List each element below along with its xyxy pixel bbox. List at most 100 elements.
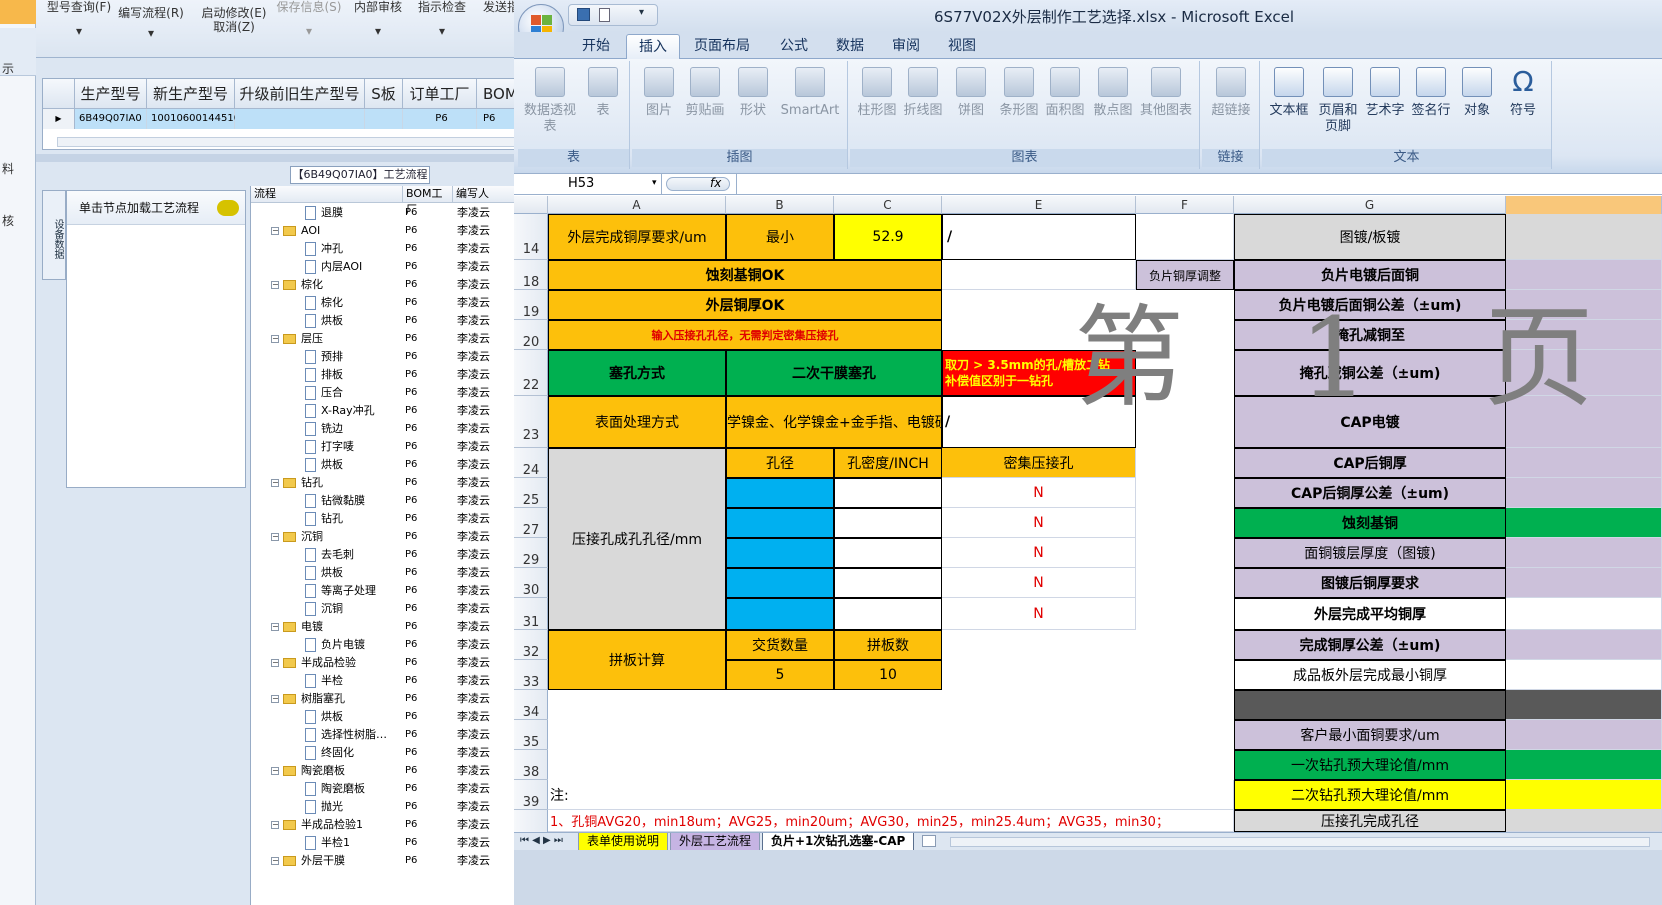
tree-leaf-node[interactable]: 冲孔 P6 李凌云 (251, 240, 548, 258)
shapes-button[interactable]: 形状 (730, 67, 776, 119)
tree-folder-node[interactable]: − 层压 P6 李凌云 (251, 330, 548, 348)
internal-review-button[interactable]: 内部审核 ▾ (348, 0, 408, 38)
cell-c30[interactable] (834, 568, 942, 598)
cell-e29[interactable]: N (942, 538, 1136, 568)
row-header[interactable]: 29 (514, 538, 548, 568)
collapse-toggle-icon[interactable]: − (271, 335, 279, 343)
tab-insert[interactable]: 插入 (626, 34, 680, 59)
tree-folder-node[interactable]: − 电镀 P6 李凌云 (251, 618, 548, 636)
cell-h40[interactable] (1506, 810, 1662, 832)
cell-c32[interactable]: 拼板数 (834, 630, 942, 660)
grid-header-s-board[interactable]: S板 (365, 79, 403, 109)
cell-g38[interactable]: 一次钻孔预大理论值/mm (1234, 750, 1506, 780)
cell-c25[interactable] (834, 478, 942, 508)
row-header[interactable]: 35 (514, 720, 548, 750)
row-header[interactable]: 14 (514, 214, 548, 260)
tree-folder-node[interactable]: − 半成品检验1 P6 李凌云 (251, 816, 548, 834)
grid-cell[interactable] (235, 109, 365, 129)
row-header[interactable]: 20 (514, 320, 548, 350)
grid-header-new-model[interactable]: 新生产型号 (147, 79, 235, 109)
cell-g33[interactable]: 成品板外层完成最小铜厚 (1234, 660, 1506, 690)
name-box[interactable]: H53 (514, 174, 662, 194)
collapse-toggle-icon[interactable]: − (271, 623, 279, 631)
tree-leaf-node[interactable]: 烘板 P6 李凌云 (251, 456, 548, 474)
cell-b14[interactable]: 最小 (726, 214, 834, 260)
tree-leaf-node[interactable]: 预排 P6 李凌云 (251, 348, 548, 366)
wordart-button[interactable]: 艺术字 (1362, 67, 1408, 119)
edit-flow-button[interactable]: 编写流程(R) ▾ (116, 0, 186, 40)
grid-header-order-factory[interactable]: 订单工厂 (403, 79, 477, 109)
horizontal-scrollbar[interactable] (57, 137, 547, 147)
header-footer-button[interactable]: 页眉和页脚 (1314, 67, 1362, 135)
tab-data[interactable]: 数据 (824, 34, 876, 59)
cell-b22[interactable]: 二次干膜塞孔 (726, 350, 942, 396)
cell-c24[interactable]: 孔密度/INCH (834, 448, 942, 478)
row-header[interactable]: 22 (514, 350, 548, 396)
area-chart-button[interactable]: 面积图 (1042, 67, 1088, 119)
cell-a23[interactable]: 表面处理方式 (548, 396, 726, 448)
cell-b29[interactable] (726, 538, 834, 568)
tree-folder-node[interactable]: − 棕化 P6 李凌云 (251, 276, 548, 294)
sheet-tab-instructions[interactable]: 表单使用说明 (578, 833, 669, 851)
cell-g14[interactable]: 图镀/板镀 (1234, 214, 1506, 260)
tree-leaf-node[interactable]: 钻孔 P6 李凌云 (251, 510, 548, 528)
tree-leaf-node[interactable]: 烘板 P6 李凌云 (251, 564, 548, 582)
column-header-h[interactable] (1506, 196, 1662, 214)
column-header-a[interactable]: A (548, 196, 726, 214)
tree-leaf-node[interactable]: 半检1 P6 李凌云 (251, 834, 548, 852)
model-query-button[interactable]: 型号查询(F) ▾ (44, 0, 114, 38)
nav-item-label[interactable]: 核 (0, 212, 36, 229)
column-header-e[interactable]: E (942, 196, 1136, 214)
tab-formulas[interactable]: 公式 (768, 34, 820, 59)
signature-line-button[interactable]: 签名行 (1408, 67, 1454, 119)
nav-item-label[interactable]: 示 (0, 60, 36, 77)
insert-sheet-icon[interactable] (922, 835, 936, 847)
cell-c33[interactable]: 10 (834, 660, 942, 690)
tree-leaf-node[interactable]: 选择性树脂… P6 李凌云 (251, 726, 548, 744)
symbol-button[interactable]: Ω 符号 (1500, 67, 1546, 119)
cell-b32[interactable]: 交货数量 (726, 630, 834, 660)
tree-leaf-node[interactable]: 压合 P6 李凌云 (251, 384, 548, 402)
cell-h29[interactable] (1506, 538, 1662, 568)
cell-e25[interactable]: N (942, 478, 1136, 508)
cell-h33[interactable] (1506, 660, 1662, 690)
row-header[interactable]: 34 (514, 690, 548, 720)
splitter[interactable] (36, 154, 548, 162)
cell-h25[interactable] (1506, 478, 1662, 508)
table-button[interactable]: 表 (580, 67, 626, 119)
collapse-toggle-icon[interactable]: − (271, 767, 279, 775)
row-header[interactable]: 31 (514, 598, 548, 630)
save-info-button[interactable]: 保存信息(S) ▾ (274, 0, 344, 38)
tree-leaf-node[interactable]: 退膜 P6 李凌云 (251, 204, 548, 222)
cell-b33[interactable]: 5 (726, 660, 834, 690)
node-panel-header[interactable]: 单击节点加载工艺流程 (67, 191, 245, 225)
grid-cell[interactable] (365, 109, 403, 129)
row-header[interactable]: 18 (514, 260, 548, 290)
cell-g34[interactable] (1234, 690, 1506, 720)
cell-g29[interactable]: 面铜镀层厚度（图镀) (1234, 538, 1506, 568)
cell-h31[interactable] (1506, 598, 1662, 630)
row-header[interactable]: 23 (514, 396, 548, 448)
cell-a39[interactable]: 注: (548, 780, 1234, 810)
customize-arrow-icon[interactable]: ▾ (639, 7, 644, 18)
cell-e31[interactable]: N (942, 598, 1136, 630)
tab-device-data[interactable]: 设备数据 (42, 190, 66, 280)
cell-h32[interactable] (1506, 630, 1662, 660)
cell-g25[interactable]: CAP后铜厚公差（±um) (1234, 478, 1506, 508)
cell-c14[interactable]: 52.9 (834, 214, 942, 260)
column-header-g[interactable]: G (1234, 196, 1506, 214)
cell-h24[interactable] (1506, 448, 1662, 478)
tree-folder-node[interactable]: − 半成品检验 P6 李凌云 (251, 654, 548, 672)
collapse-toggle-icon[interactable]: − (271, 281, 279, 289)
grid-header-old-model[interactable]: 升级前旧生产型号 (235, 79, 365, 109)
cell-h35[interactable] (1506, 720, 1662, 750)
tree-leaf-node[interactable]: 半检 P6 李凌云 (251, 672, 548, 690)
cell-a32[interactable]: 拼板计算 (548, 630, 726, 690)
cell-b23[interactable]: 学镍金、化学镍金+金手指、电镀硬 (726, 396, 942, 448)
sheet-nav-arrows-icon[interactable]: ⏮ ◀ ▶ ⏭ (520, 835, 563, 846)
tab-review[interactable]: 审阅 (880, 34, 932, 59)
instruction-check-button[interactable]: 指示检查 ▾ (412, 0, 472, 38)
tree-leaf-node[interactable]: 负片电镀 P6 李凌云 (251, 636, 548, 654)
tab-home[interactable]: 开始 (570, 34, 622, 59)
tree-leaf-node[interactable]: 沉铜 P6 李凌云 (251, 600, 548, 618)
